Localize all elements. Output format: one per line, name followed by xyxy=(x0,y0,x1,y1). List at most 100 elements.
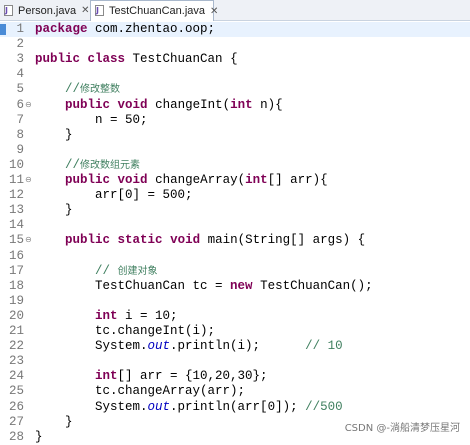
keyword: public xyxy=(65,97,111,112)
code-text: } xyxy=(35,430,43,445)
code-line[interactable]: 20 int i = 10; xyxy=(0,309,470,324)
line-number: 17 xyxy=(8,263,24,278)
keyword: void xyxy=(117,97,148,112)
code-line[interactable]: 3 public class TestChuanCan { xyxy=(0,52,470,67)
code-token: System. xyxy=(95,339,148,354)
code-line[interactable]: 12 arr[0] = 500; xyxy=(0,188,470,203)
line-number: 28 xyxy=(8,429,24,444)
code-token: } xyxy=(65,414,73,429)
code-line[interactable]: 13 } xyxy=(0,203,470,218)
line-number: 20 xyxy=(8,308,24,323)
code-line[interactable]: 9 xyxy=(0,143,470,158)
line-number: 8 xyxy=(16,127,24,142)
code-line[interactable]: 15 ⊖ public static void main(String[] arg… xyxy=(0,233,470,248)
tab-label: Person.java xyxy=(18,4,77,17)
code-line[interactable]: 2 xyxy=(0,37,470,52)
code-token: changeArray( xyxy=(147,173,246,187)
code-text: } xyxy=(35,203,73,218)
static-field: out xyxy=(147,399,171,414)
code-token: n){ xyxy=(252,97,283,112)
keyword: int xyxy=(95,369,118,384)
close-icon[interactable]: ✕ xyxy=(210,6,218,17)
tab-testchuancan-java[interactable]: J TestChuanCan.java ✕ xyxy=(90,0,218,21)
line-number: 10 xyxy=(8,157,24,172)
code-line[interactable]: 4 xyxy=(0,67,470,82)
line-number: 2 xyxy=(16,37,24,52)
code-text: // 创建对象 xyxy=(35,264,158,279)
close-icon[interactable]: ✕ xyxy=(81,5,89,16)
code-token: TestChuanCan tc = xyxy=(95,278,231,293)
code-line[interactable]: 17 // 创建对象 xyxy=(0,264,470,279)
code-line[interactable]: 8 } xyxy=(0,128,470,143)
line-number: 5 xyxy=(16,82,24,97)
fold-collapse-icon[interactable]: ⊖ xyxy=(25,176,32,184)
line-number: 21 xyxy=(8,324,24,338)
line-number: 27 xyxy=(8,414,24,429)
code-line[interactable]: 16 xyxy=(0,249,470,264)
tab-label: TestChuanCan.java xyxy=(109,5,206,17)
code-text: int[] arr = {10,20,30}; xyxy=(35,369,268,384)
code-line[interactable]: 1 package com.zhentao.oop; xyxy=(0,22,470,37)
code-text: tc.changeArray(arr); xyxy=(35,384,245,399)
code-editor[interactable]: 1 package com.zhentao.oop; 2 3 public class … xyxy=(0,21,470,444)
comment: 修改数组元素 xyxy=(80,159,141,171)
code-line[interactable]: 11 ⊖ public void changeArray(int[] arr){ xyxy=(0,173,470,188)
comment: // xyxy=(65,157,81,172)
code-line[interactable]: 21 tc.changeInt(i); xyxy=(0,324,470,339)
code-text: arr[0] = 500; xyxy=(35,188,193,203)
comment: // xyxy=(95,263,118,278)
keyword: public xyxy=(35,52,81,67)
keyword: class xyxy=(87,52,126,67)
fold-collapse-icon[interactable]: ⊖ xyxy=(25,236,32,244)
comment: // xyxy=(65,82,81,97)
line-number: 13 xyxy=(8,203,24,218)
code-line[interactable]: 7 n = 50; xyxy=(0,113,470,128)
code-token: [] arr = {10,20,30}; xyxy=(117,369,268,384)
code-line[interactable]: 5 //修改整数 xyxy=(0,82,470,97)
fold-collapse-icon[interactable]: ⊖ xyxy=(25,100,32,109)
line-number: 4 xyxy=(16,67,24,82)
code-text: int i = 10; xyxy=(35,309,178,324)
code-text: n = 50; xyxy=(35,113,148,128)
code-line[interactable]: 10 //修改数组元素 xyxy=(0,158,470,173)
watermark: CSDN @-淌船清梦压星河 xyxy=(344,423,460,434)
code-text: } xyxy=(35,128,73,143)
code-text: System.out.println(i); // 10 xyxy=(35,339,343,354)
code-line[interactable]: 19 xyxy=(0,294,470,309)
code-line[interactable]: 26 System.out.println(arr[0]); //500 xyxy=(0,400,470,415)
code-line[interactable]: 18 TestChuanCan tc = new TestChuanCan(); xyxy=(0,279,470,294)
comment: // 10 xyxy=(305,339,343,354)
code-token: n = 50; xyxy=(95,112,148,127)
code-token: changeInt( xyxy=(147,97,231,112)
line-number: 16 xyxy=(8,248,24,263)
keyword: public xyxy=(65,173,111,187)
code-line[interactable]: 14 xyxy=(0,218,470,233)
code-token: } xyxy=(65,127,73,142)
code-token: TestChuanCan { xyxy=(125,52,238,67)
code-line[interactable]: 6 ⊖ public void changeInt(int n){ xyxy=(0,98,470,113)
code-line[interactable]: 23 xyxy=(0,354,470,369)
code-text: } xyxy=(35,415,73,430)
line-number: 24 xyxy=(8,369,24,384)
code-token: } xyxy=(35,429,43,444)
code-line[interactable]: 24 int[] arr = {10,20,30}; xyxy=(0,369,470,384)
code-line[interactable]: 25 tc.changeArray(arr); xyxy=(0,384,470,399)
code-line[interactable]: 22 System.out.println(i); // 10 xyxy=(0,339,470,354)
code-token: tc.changeArray(arr); xyxy=(95,384,246,399)
tab-person-java[interactable]: J Person.java ✕ xyxy=(0,1,89,20)
